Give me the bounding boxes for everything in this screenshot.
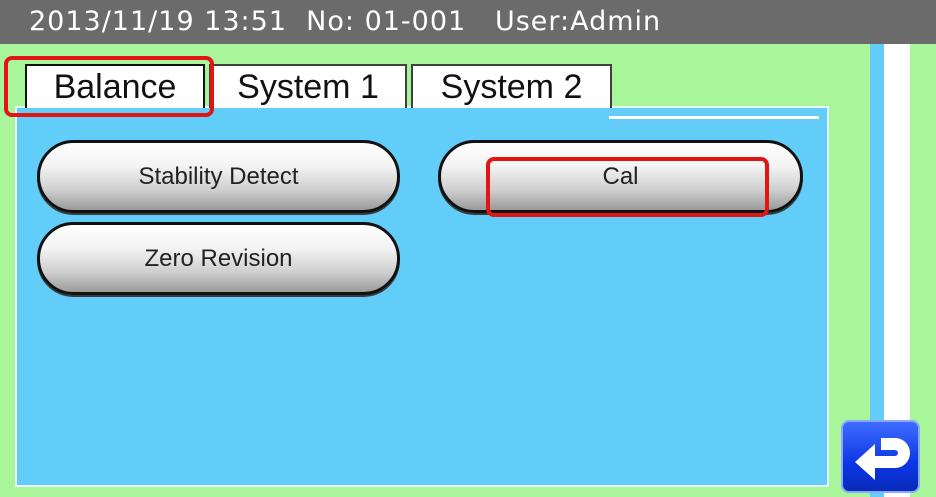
panel-divider xyxy=(609,116,819,119)
cal-button[interactable]: Cal xyxy=(438,140,803,213)
status-text: 2013/11/19 13:51 No: 01-001 User:Admin xyxy=(29,6,662,37)
stability-detect-button[interactable]: Stability Detect xyxy=(37,140,400,213)
status-bar: 2013/11/19 13:51 No: 01-001 User:Admin xyxy=(0,0,936,44)
zero-revision-button[interactable]: Zero Revision xyxy=(37,222,400,295)
return-arrow-icon xyxy=(855,438,910,480)
tab-balance[interactable]: Balance xyxy=(25,64,205,108)
tab-system-1[interactable]: System 1 xyxy=(209,64,407,108)
tab-system-2[interactable]: System 2 xyxy=(411,64,612,108)
back-button[interactable] xyxy=(841,420,920,493)
